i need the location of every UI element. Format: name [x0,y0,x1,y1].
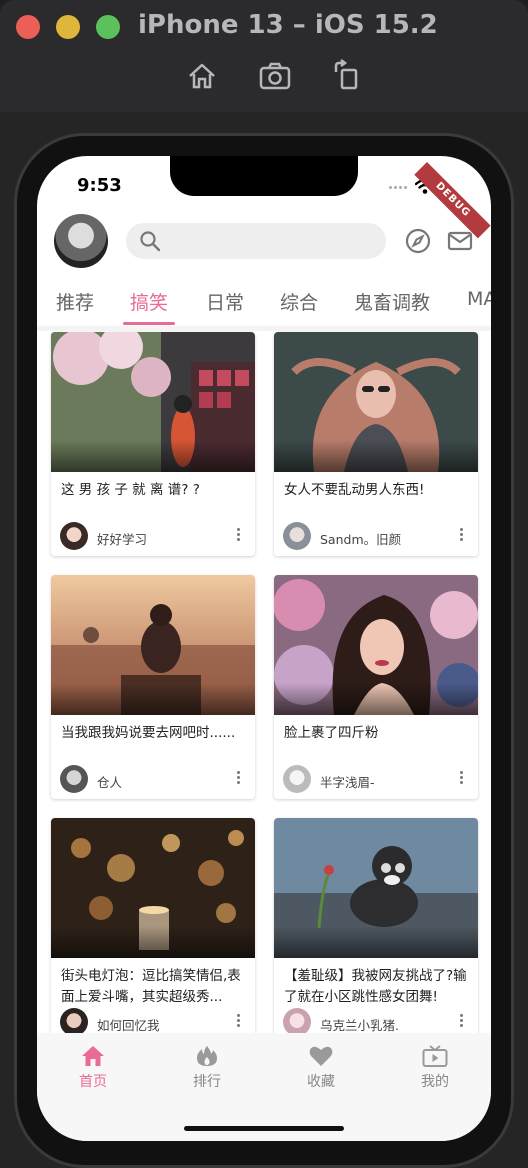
nav-home-label: 首页 [79,1074,107,1090]
tab-general[interactable]: 综合 [280,288,318,315]
nav-home[interactable]: 首页 [58,1045,128,1091]
nav-ranking-label: 排行 [193,1074,221,1090]
active-tab-indicator [123,322,175,325]
close-window-button[interactable] [16,15,40,39]
nav-ranking[interactable]: 排行 [172,1045,242,1091]
author-name[interactable]: 乌克兰小乳猪. [320,1015,399,1033]
like-count: 2644 [146,697,193,795]
phone-screen: 9:53 DEBUG 推荐 搞笑 日常 综合 鬼畜调教 MA 20.04万 40… [37,156,491,1141]
more-options-icon[interactable] [237,1014,241,1028]
category-tabs: 推荐 搞笑 日常 综合 鬼畜调教 MA [37,280,491,326]
tab-recommend[interactable]: 推荐 [56,288,94,315]
tab-kichiku[interactable]: 鬼畜调教 [354,288,430,315]
video-title[interactable]: 当我跟我妈说要去网吧时...... [61,723,247,744]
status-time: 9:53 [77,175,122,196]
home-icon [82,1046,104,1066]
tab-funny[interactable]: 搞笑 [130,288,168,315]
author-name[interactable]: 仓人 [97,772,122,791]
mail-icon[interactable] [447,228,473,254]
video-card[interactable]: 325.75万 2.37万 4:53 街头电灯泡：逗比搞笑情侣,表面上爱斗嘴，其… [51,818,255,1033]
video-card[interactable]: 108.92万 5556 6:16 【羞耻级】我被网友挑战了?输了就在小区跳性感… [274,818,478,1033]
home-indicator[interactable] [184,1126,344,1131]
author-name[interactable]: 半字浅眉- [320,772,375,791]
like-count: 408 [149,454,188,552]
video-title[interactable]: 女人不要乱动男人东西! [284,480,470,501]
nav-profile-label: 我的 [421,1074,449,1090]
nav-favorites-label: 收藏 [307,1074,335,1090]
more-options-icon[interactable] [237,528,241,542]
bottom-navigation: 首页 排行 收藏 我的 [37,1033,491,1141]
more-options-icon[interactable] [460,771,464,785]
author-name[interactable]: 好好学习 [97,529,147,548]
search-icon [140,231,161,252]
video-title[interactable]: 街头电灯泡：逗比搞笑情侣,表面上爱斗嘴，其实超级秀... [61,966,247,1008]
signal-dots-icon [389,186,409,190]
like-count: 1.02万 [370,697,425,795]
video-card[interactable]: 48.56万 2644 4:55 当我跟我妈说要去网吧时...... 仓人 [51,575,255,799]
tab-daily[interactable]: 日常 [206,288,244,315]
video-card[interactable]: 189.33万 1.98万 4:08 女人不要乱动男人东西! Sandm。旧颜 [274,332,478,556]
author-avatar[interactable] [283,522,311,550]
simulator-titlebar: iPhone 13 – iOS 15.2 [0,0,528,112]
nav-favorites[interactable]: 收藏 [286,1045,356,1091]
video-feed: 20.04万 408 6:03 这 男 孩 子 就 离 谱? ? 好好学习 18… [37,331,491,1033]
heart-icon [309,1046,333,1066]
author-avatar[interactable] [60,522,88,550]
more-options-icon[interactable] [237,771,241,785]
fire-icon [197,1046,217,1066]
more-options-icon[interactable] [460,1014,464,1028]
simulator-title: iPhone 13 – iOS 15.2 [138,10,438,40]
author-avatar[interactable] [60,765,88,793]
minimize-window-button[interactable] [56,15,80,39]
nav-profile[interactable]: 我的 [400,1045,470,1091]
tv-icon [422,1045,448,1067]
notch [170,156,358,196]
video-title[interactable]: 脸上裹了四斤粉 [284,723,470,744]
video-card[interactable]: 20.04万 408 6:03 这 男 孩 子 就 离 谱? ? 好好学习 [51,332,255,556]
video-title[interactable]: 这 男 孩 子 就 离 谱? ? [61,480,247,501]
video-title[interactable]: 【羞耻级】我被网友挑战了?输了就在小区跳性感女团舞! [284,966,470,1008]
zoom-window-button[interactable] [96,15,120,39]
compass-icon[interactable] [405,228,431,254]
debug-banner: DEBUG [414,162,491,239]
screenshot-icon[interactable] [257,58,293,94]
search-input[interactable] [126,223,386,259]
author-name[interactable]: Sandm。旧颜 [320,529,401,548]
author-avatar[interactable] [283,765,311,793]
author-name[interactable]: 如何回忆我 [97,1015,160,1033]
more-options-icon[interactable] [460,528,464,542]
home-icon[interactable] [184,58,220,94]
video-card[interactable]: 194.53万 1.02万 4:55 脸上裹了四斤粉 半字浅眉- [274,575,478,799]
author-avatar[interactable] [283,1008,311,1033]
user-avatar[interactable] [54,214,108,268]
author-avatar[interactable] [60,1008,88,1033]
rotate-icon[interactable] [328,58,364,94]
tab-ma[interactable]: MA [467,288,491,310]
